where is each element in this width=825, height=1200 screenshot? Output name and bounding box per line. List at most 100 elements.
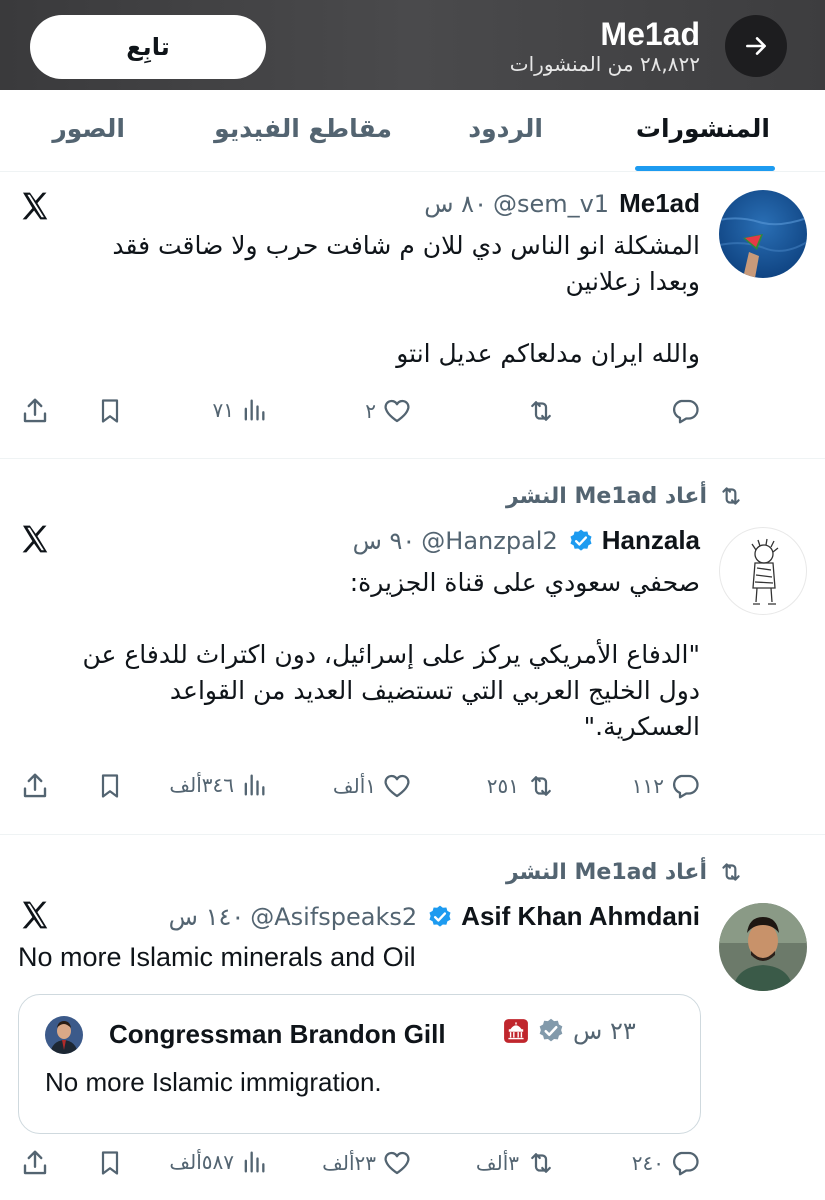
- repost-label[interactable]: أعاد Me1ad النشر: [506, 860, 707, 885]
- capitol-badge-icon: [504, 1019, 528, 1043]
- post-header: Hanzala @Hanzpal2 ٩٠ س: [353, 525, 700, 556]
- profile-tabs: المنشورات الردود مقاطع الفيديو الصور: [0, 90, 825, 172]
- share-icon: [23, 773, 47, 798]
- like-button[interactable]: ١ألف: [333, 771, 412, 801]
- repost-button[interactable]: [525, 396, 557, 426]
- post-text: صحفي سعودي على قناة الجزيرة: "الدفاع الأ…: [82, 568, 700, 741]
- post-time[interactable]: ٩٠ س: [353, 527, 416, 555]
- bookmark-icon: [101, 774, 119, 798]
- post-header: Asif Khan Ahmdani @Asifspeaks2 ١٤٠ س: [169, 901, 700, 932]
- bookmark-button[interactable]: [96, 1148, 124, 1178]
- reply-button[interactable]: ٢٤٠: [632, 1148, 700, 1178]
- post-time[interactable]: ٨٠ س: [424, 190, 487, 218]
- repost-icon: [531, 401, 551, 421]
- author-name[interactable]: Me1ad: [619, 188, 700, 219]
- bookmark-button[interactable]: [96, 396, 124, 426]
- views-button[interactable]: ٥٨٧ألف: [169, 1148, 268, 1176]
- heart-icon: [384, 774, 410, 798]
- post-actions: ١١٢ ٢٥١ ١ألف ٣٤٦ألف: [0, 771, 825, 811]
- avatar[interactable]: [719, 527, 807, 615]
- repost-icon: [722, 487, 740, 505]
- repost-button[interactable]: ٢٥١: [487, 771, 557, 801]
- tab-videos[interactable]: مقاطع الفيديو: [214, 114, 392, 143]
- repost-count: ٣ألف: [475, 1151, 519, 1175]
- author-name[interactable]: Hanzala: [602, 525, 700, 556]
- quote-author-name[interactable]: Congressman Brandon Gill: [109, 1019, 446, 1050]
- tab-replies[interactable]: الردود: [468, 114, 543, 143]
- post-text: No more Islamic minerals and Oil: [18, 942, 416, 972]
- post-time[interactable]: ١٤٠ س: [169, 903, 245, 931]
- post-2[interactable]: أعاد Me1ad النشر Hanzala @Hanzpal2 ٩٠ س …: [0, 459, 825, 835]
- x-logo-icon: [22, 901, 48, 929]
- share-button[interactable]: [20, 771, 50, 801]
- views-button[interactable]: ٧١: [213, 396, 268, 424]
- view-count: ٥٨٧ألف: [169, 1150, 234, 1174]
- arrow-right-icon: [746, 37, 766, 55]
- post-actions: ٢٤٠ ٣ألف ٢٣ألف ٥٨٧ألف: [0, 1148, 825, 1188]
- author-name[interactable]: Asif Khan Ahmdani: [461, 901, 700, 932]
- post-actions: ٢ ٧١: [0, 396, 825, 436]
- verified-badge-icon: [427, 904, 453, 930]
- post-count: ٢٨,٨٢٢ من المنشورات: [509, 52, 700, 76]
- post-header: Me1ad @sem_v1 ٨٠ س: [424, 188, 700, 219]
- back-button[interactable]: [725, 15, 787, 77]
- reply-icon: [673, 774, 699, 799]
- repost-icon: [722, 863, 740, 881]
- share-button[interactable]: [20, 1148, 50, 1178]
- reply-icon: [673, 399, 699, 424]
- views-icon: [244, 774, 265, 796]
- bookmark-icon: [101, 399, 119, 423]
- like-count: ١ألف: [332, 774, 376, 798]
- reply-count: ١١٢: [631, 774, 664, 798]
- profile-name: Me1ad: [600, 16, 700, 52]
- author-handle[interactable]: @sem_v1: [493, 190, 609, 218]
- reply-icon: [673, 1151, 699, 1176]
- bookmark-button[interactable]: [96, 771, 124, 801]
- verified-badge-icon: [568, 528, 594, 554]
- views-icon: [244, 399, 265, 421]
- repost-icon: [531, 776, 551, 796]
- like-count: ٢٣ألف: [322, 1151, 376, 1175]
- reply-button[interactable]: [670, 396, 700, 426]
- views-icon: [244, 1151, 265, 1173]
- repost-count: ٢٥١: [486, 774, 519, 798]
- post-text: المشكلة انو الناس دي للان م شافت حرب ولا…: [112, 231, 700, 368]
- heart-icon: [384, 399, 410, 423]
- views-button[interactable]: ٣٤٦ألف: [169, 771, 268, 799]
- like-button[interactable]: ٢: [365, 396, 412, 426]
- reply-button[interactable]: ١١٢: [632, 771, 700, 801]
- author-handle[interactable]: @Asifspeaks2: [250, 903, 417, 931]
- share-button[interactable]: [20, 396, 50, 426]
- repost-indicator: أعاد Me1ad النشر: [506, 483, 745, 509]
- post-1[interactable]: Me1ad @sem_v1 ٨٠ س المشكلة انو الناس دي …: [0, 172, 825, 459]
- like-count: ٢: [365, 399, 376, 423]
- share-icon: [23, 1150, 47, 1175]
- active-tab-indicator: [635, 166, 775, 171]
- quote-text: No more Islamic immigration.: [45, 1067, 382, 1097]
- tab-photos[interactable]: الصور: [52, 114, 125, 143]
- share-icon: [23, 398, 47, 423]
- quote-time[interactable]: ٢٣ س: [573, 1017, 636, 1045]
- repost-button[interactable]: ٣ألف: [476, 1148, 557, 1178]
- bookmark-icon: [101, 1151, 119, 1175]
- avatar[interactable]: [719, 903, 807, 991]
- quoted-post[interactable]: Congressman Brandon Gill ٢٣ س No more Is…: [18, 994, 701, 1134]
- follow-button[interactable]: تابِع: [30, 15, 266, 79]
- view-count: ٧١: [212, 398, 234, 422]
- like-button[interactable]: ٢٣ألف: [322, 1148, 412, 1178]
- heart-icon: [384, 1151, 410, 1175]
- tab-posts[interactable]: المنشورات: [636, 114, 770, 143]
- repost-indicator: أعاد Me1ad النشر: [506, 859, 745, 885]
- author-handle[interactable]: @Hanzpal2: [421, 527, 557, 555]
- quote-meta: ٢٣ س: [503, 1017, 636, 1045]
- verified-badge-icon: [539, 1018, 563, 1042]
- view-count: ٣٤٦ألف: [169, 773, 234, 797]
- x-logo-icon: [22, 192, 48, 220]
- x-logo-icon: [22, 525, 48, 553]
- repost-label[interactable]: أعاد Me1ad النشر: [506, 484, 707, 509]
- reply-count: ٢٤٠: [631, 1151, 664, 1175]
- avatar[interactable]: [719, 190, 807, 278]
- profile-header: تابِع Me1ad ٢٨,٨٢٢ من المنشورات: [0, 0, 825, 90]
- quote-avatar[interactable]: [45, 1016, 83, 1054]
- repost-icon: [531, 1153, 551, 1173]
